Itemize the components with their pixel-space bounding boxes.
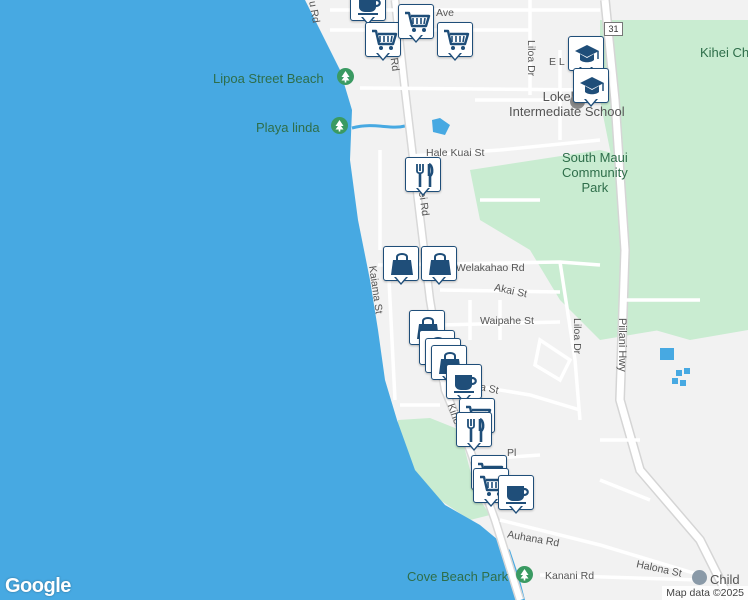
map-marker-shop-2[interactable] xyxy=(421,246,459,285)
map-attribution[interactable]: Map data ©2025 xyxy=(662,586,748,600)
place-dot-icon[interactable] xyxy=(692,570,707,585)
road-label-ave: Ave xyxy=(436,7,454,19)
park-icon[interactable] xyxy=(516,566,533,583)
road-label-kanani: Kanani Rd xyxy=(545,570,595,582)
road-label-liloa-mid: Liloa Dr xyxy=(571,318,583,355)
map-marker-school-1[interactable] xyxy=(568,36,606,75)
road-label-liloa-top: Liloa Dr xyxy=(525,40,537,77)
park-icon[interactable] xyxy=(337,68,354,85)
map-marker-cart-2[interactable] xyxy=(398,4,436,43)
map-marker-dining-1[interactable] xyxy=(405,157,443,196)
map-marker-coffee-2[interactable] xyxy=(446,364,484,403)
community-park-label: South Maui Community Park xyxy=(562,150,628,195)
community-line-1: South Maui xyxy=(562,150,628,165)
lipoa-street-beach-label: Lipoa Street Beach xyxy=(213,71,324,86)
road-label-e-l: E L xyxy=(549,56,565,68)
map-marker-shop-1[interactable] xyxy=(383,246,421,285)
map-marker-cart-3[interactable] xyxy=(437,22,475,61)
road-label-piilani: Piilani Hwy xyxy=(616,318,628,372)
route-31-shield: 31 xyxy=(604,22,623,36)
kihei-ch-label: Kihei Ch xyxy=(700,45,748,60)
map-canvas[interactable]: Lipoa Street Beach Playa linda Cove Beac… xyxy=(0,0,748,600)
playa-linda-label: Playa linda xyxy=(256,120,320,135)
lokelani-line-2: Intermediate School xyxy=(509,104,625,119)
map-marker-coffee-3[interactable] xyxy=(498,475,536,514)
park-icon[interactable] xyxy=(331,117,348,134)
community-line-2: Community xyxy=(562,165,628,180)
child-label: Child xyxy=(710,572,740,587)
cove-beach-park-label: Cove Beach Park xyxy=(407,569,509,584)
road-label-waipahe: Waipahe St xyxy=(480,315,534,327)
community-line-3: Park xyxy=(581,180,609,195)
map-marker-school-2[interactable] xyxy=(573,68,611,107)
map-marker-dining-2[interactable] xyxy=(456,412,494,451)
google-logo[interactable]: Google xyxy=(5,575,71,598)
map-marker-coffee-1[interactable] xyxy=(350,0,388,25)
